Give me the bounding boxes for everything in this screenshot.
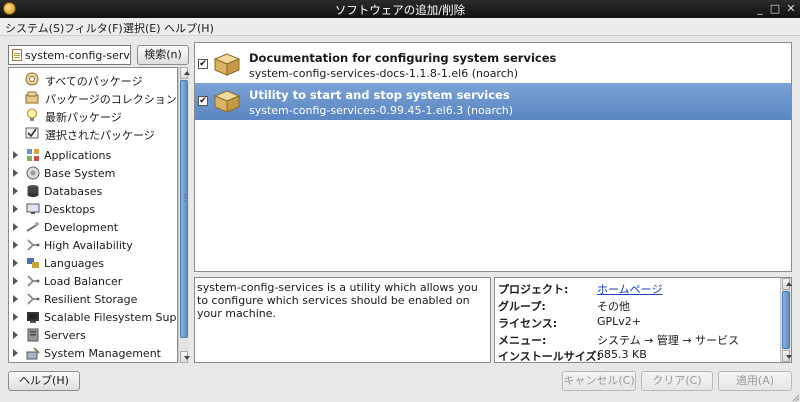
package-row-selected[interactable]: ✔ Utility to start and stop system servi… — [195, 83, 791, 120]
scrollbar-thumb[interactable] — [180, 80, 188, 338]
tree-item-collections[interactable]: パッケージのコレクション — [9, 88, 177, 106]
package-checkbox[interactable]: ✔ — [198, 96, 208, 106]
search-input[interactable]: system-config-services — [8, 45, 131, 65]
menu-system[interactable]: システム(S) — [5, 20, 64, 36]
clear-button[interactable]: クリア(C) — [641, 371, 713, 391]
servers-icon — [27, 328, 39, 342]
apply-button[interactable]: 適用(A) — [718, 371, 792, 391]
scroll-down-arrow-icon[interactable] — [180, 351, 190, 363]
scroll-down-arrow-icon[interactable] — [782, 350, 792, 362]
filesystem-icon — [27, 312, 39, 323]
package-row[interactable]: ✔ Documentation for configuring system s… — [195, 46, 791, 83]
search-input-value: system-config-services — [25, 49, 130, 62]
lightbulb-icon — [27, 108, 37, 121]
package-version: system-config-services-docs-1.1.8-1.el6 … — [249, 67, 519, 80]
maximize-button[interactable]: □ — [768, 2, 782, 15]
network-icon — [27, 275, 40, 287]
package-version: system-config-services-0.99.45-1.el6.3 (… — [249, 104, 514, 117]
expand-arrow-icon[interactable] — [13, 205, 18, 213]
expand-arrow-icon[interactable] — [13, 259, 18, 267]
minimize-button[interactable]: _ — [753, 2, 767, 15]
package-description: system-config-services is a utility whic… — [194, 277, 491, 363]
tree-group-development[interactable]: Development — [9, 218, 177, 236]
title-bar: ソフトウェアの追加/削除 _ □ ✕ — [0, 0, 800, 18]
scroll-up-arrow-icon[interactable] — [180, 67, 190, 79]
tree-group-scalable-filesystem[interactable]: Scalable Filesystem Support — [9, 308, 177, 326]
tree-group-resilient-storage[interactable]: Resilient Storage — [9, 290, 177, 308]
languages-icon — [27, 258, 39, 268]
expand-arrow-icon[interactable] — [13, 331, 18, 339]
group-tree: すべてのパッケージ パッケージのコレクション 最新パッケージ 選択されたパッケー… — [8, 67, 178, 363]
tree-group-applications[interactable]: Applications — [9, 146, 177, 164]
database-icon — [27, 185, 39, 197]
applications-icon — [27, 149, 39, 161]
expand-arrow-icon[interactable] — [13, 349, 18, 357]
package-checkbox[interactable]: ✔ — [198, 59, 208, 69]
homepage-link[interactable]: ホームページ — [597, 281, 662, 297]
package-name: Utility to start and stop system service… — [249, 88, 510, 102]
development-icon — [26, 222, 39, 232]
package-box-icon — [213, 90, 241, 113]
expand-arrow-icon[interactable] — [13, 169, 18, 177]
search-button[interactable]: 検索(n) — [137, 45, 189, 65]
tree-group-system-management[interactable]: System Management — [9, 344, 177, 362]
tree-group-high-availability[interactable]: High Availability — [9, 236, 177, 254]
package-details: プロジェクト: ホームページ グループ: その他 ライセンス: GPLv2+ メ… — [494, 277, 792, 363]
tree-item-selected[interactable]: 選択されたパッケージ — [9, 124, 177, 142]
expand-arrow-icon[interactable] — [13, 187, 18, 195]
expand-arrow-icon[interactable] — [13, 313, 18, 321]
tree-group-base-system[interactable]: Base System — [9, 164, 177, 182]
tree-group-languages[interactable]: Languages — [9, 254, 177, 272]
tree-item-all-packages[interactable]: すべてのパッケージ — [9, 70, 177, 88]
tree-item-newest[interactable]: 最新パッケージ — [9, 106, 177, 124]
tree-group-servers[interactable]: Servers — [9, 326, 177, 344]
tree-group-load-balancer[interactable]: Load Balancer — [9, 272, 177, 290]
all-packages-icon — [25, 72, 39, 86]
desktop-icon — [26, 203, 40, 214]
expand-arrow-icon[interactable] — [13, 295, 18, 303]
scroll-up-arrow-icon[interactable] — [782, 278, 792, 290]
close-button[interactable]: ✕ — [784, 2, 798, 15]
expand-arrow-icon[interactable] — [13, 223, 18, 231]
expand-arrow-icon[interactable] — [13, 151, 18, 159]
cancel-button[interactable]: キャンセル(C) — [562, 371, 636, 391]
pane-resize-handle-icon[interactable] — [183, 193, 187, 203]
menu-filter[interactable]: フィルタ(F) — [64, 20, 123, 36]
tree-group-databases[interactable]: Databases — [9, 182, 177, 200]
tree-group-desktops[interactable]: Desktops — [9, 200, 177, 218]
help-button[interactable]: ヘルプ(H) — [8, 371, 80, 391]
base-system-icon — [26, 166, 40, 180]
package-list: ✔ Documentation for configuring system s… — [194, 42, 792, 272]
menu-bar: システム(S) フィルタ(F) 選択(E) ヘルプ(H) — [0, 18, 800, 36]
expand-arrow-icon[interactable] — [13, 277, 18, 285]
package-name: Documentation for configuring system ser… — [249, 51, 557, 65]
expand-arrow-icon[interactable] — [13, 241, 18, 249]
network-icon — [27, 293, 40, 305]
window-title: ソフトウェアの追加/削除 — [334, 3, 466, 17]
selected-packages-icon — [25, 127, 39, 139]
menu-help[interactable]: ヘルプ(H) — [164, 20, 214, 36]
menu-selection[interactable]: 選択(E) — [123, 20, 161, 36]
network-icon — [27, 239, 40, 251]
scrollbar-thumb[interactable] — [782, 291, 790, 349]
resize-grip-icon[interactable] — [790, 392, 800, 402]
details-scrollbar[interactable] — [780, 278, 792, 362]
document-icon — [12, 49, 22, 61]
package-box-icon — [213, 53, 241, 76]
collections-icon — [25, 91, 39, 104]
tree-scrollbar[interactable] — [178, 67, 190, 363]
system-management-icon — [26, 347, 40, 360]
